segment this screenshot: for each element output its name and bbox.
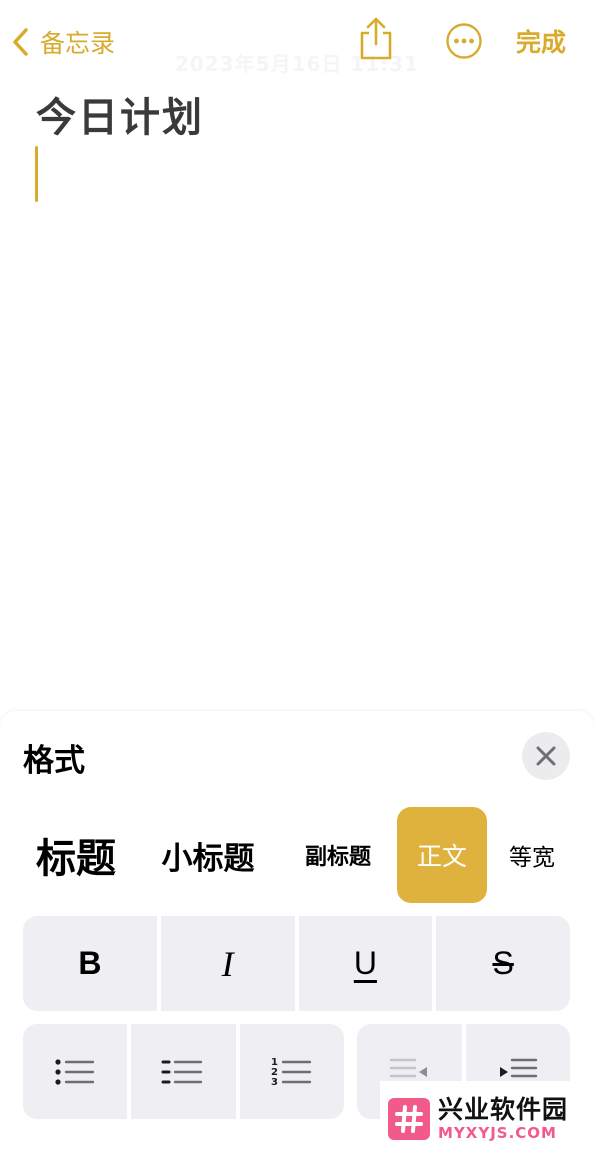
italic-label: I — [221, 943, 234, 984]
note-title[interactable]: 今日计划 — [36, 85, 204, 143]
style-heading-option[interactable]: 小标题 — [150, 807, 266, 903]
numbered-list-button[interactable]: 1 2 3 — [239, 1024, 344, 1119]
list-style-buttons: 1 2 3 — [23, 1024, 344, 1119]
strikethrough-label: S — [492, 945, 514, 981]
notes-screen: 备忘录 2023年5月16日 11:31 完成 今日计划 格式 标题 小标题 副… — [0, 0, 594, 1156]
done-button[interactable]: 完成 — [516, 23, 566, 59]
watermark-text: 兴业软件园 MYXYJS.COM — [438, 1097, 568, 1141]
close-icon — [536, 746, 556, 766]
bold-label: B — [78, 945, 102, 981]
note-date: 2023年5月16日 11:31 — [174, 52, 420, 76]
more-button[interactable] — [445, 22, 483, 60]
numbered-list-icon: 1 2 3 — [271, 1057, 312, 1088]
style-monospaced-option[interactable]: 等宽 — [500, 807, 564, 903]
text-cursor — [35, 146, 38, 202]
share-icon — [360, 17, 392, 60]
strikethrough-button[interactable]: S — [436, 916, 570, 1011]
bulleted-list-icon — [55, 1058, 95, 1085]
bulleted-list-button[interactable] — [23, 1024, 128, 1119]
style-subheading-option[interactable]: 副标题 — [293, 807, 383, 903]
more-icon — [446, 23, 482, 59]
underline-button[interactable]: U — [298, 916, 433, 1011]
style-title-option[interactable]: 标题 — [28, 807, 124, 903]
watermark-logo-icon — [388, 1097, 430, 1140]
watermark: 兴业软件园 MYXYJS.COM — [380, 1081, 594, 1156]
svg-text:3: 3 — [271, 1077, 278, 1088]
underline-label: U — [353, 945, 377, 981]
sheet-title: 格式 — [23, 743, 85, 779]
text-style-buttons: B I U S — [23, 916, 570, 1011]
watermark-main-text: 兴业软件园 — [438, 1094, 569, 1124]
dashed-list-icon — [161, 1060, 203, 1083]
watermark-sub-text: MYXYJS.COM — [438, 1123, 557, 1142]
bold-button[interactable]: B — [23, 916, 157, 1011]
dashed-list-button[interactable] — [131, 1024, 236, 1119]
style-body-option[interactable]: 正文 — [397, 807, 487, 903]
paragraph-style-row: 标题 小标题 副标题 正文 等宽 — [0, 807, 594, 903]
close-button[interactable] — [522, 732, 570, 780]
italic-button[interactable]: I — [160, 916, 295, 1011]
share-button[interactable] — [358, 16, 394, 62]
